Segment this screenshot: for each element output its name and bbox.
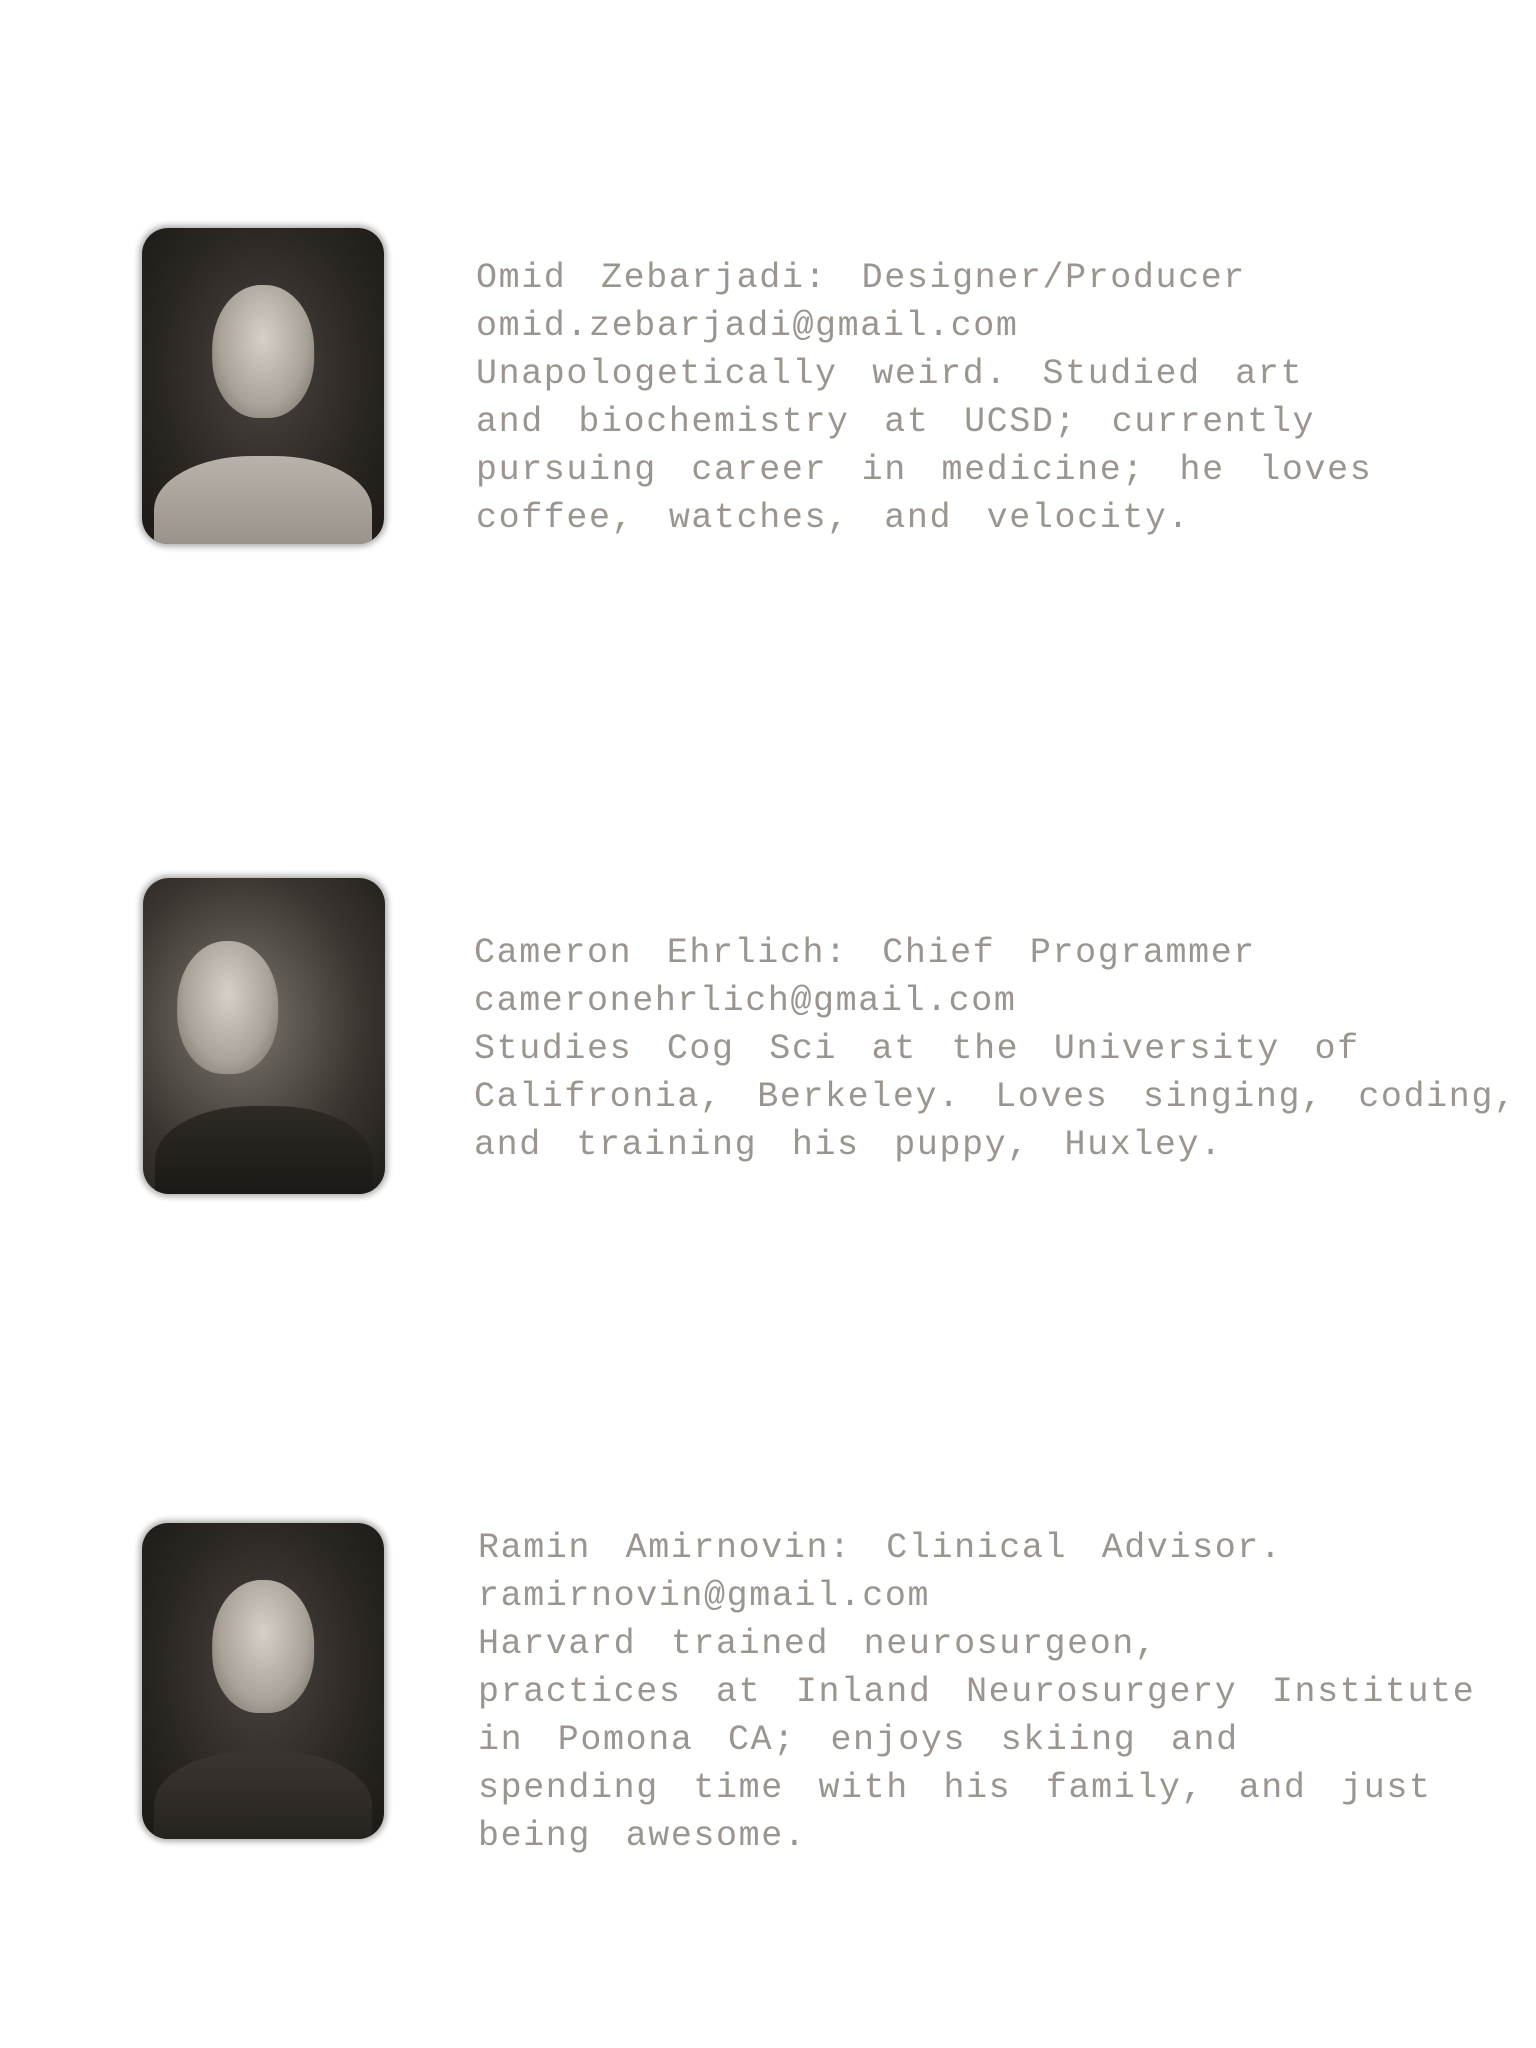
bio-line: spending time with his family, and just [478, 1768, 1432, 1808]
member-title: Ramin Amirnovin: Clinical Advisor. [478, 1528, 1283, 1568]
bio-line: pursuing career in medicine; he loves [476, 450, 1373, 490]
portrait-head [212, 284, 314, 418]
member-title: Omid Zebarjadi: Designer/Producer [476, 258, 1246, 298]
bio-line: Studies Cog Sci at the University of [474, 1029, 1360, 1069]
portrait-body [154, 455, 372, 544]
member-email[interactable]: omid.zebarjadi@gmail.com [476, 302, 1372, 350]
portrait-head [176, 941, 279, 1074]
team-member-omid: Omid Zebarjadi: Designer/Producer omid.z… [476, 254, 1372, 542]
portrait-head [212, 1579, 314, 1713]
omid-photo [142, 228, 384, 544]
bio-line: in Pomona CA; enjoys skiing and [478, 1720, 1239, 1760]
member-title: Cameron Ehrlich: Chief Programmer [474, 933, 1256, 973]
portrait-body [155, 1105, 373, 1194]
bio-line: and training his puppy, Huxley. [474, 1125, 1223, 1165]
bio-line: being awesome. [478, 1816, 807, 1856]
portrait-body [154, 1750, 372, 1839]
bio-line: Unapologetically weird. Studied art [476, 354, 1304, 394]
cameron-photo [143, 878, 385, 1194]
bio-line: and biochemistry at UCSD; currently [476, 402, 1316, 442]
team-member-ramin: Ramin Amirnovin: Clinical Advisor. ramir… [478, 1524, 1475, 1860]
member-email[interactable]: ramirnovin@gmail.com [478, 1572, 1475, 1620]
bio-line: practices at Inland Neurosurgery Institu… [478, 1672, 1476, 1712]
ramin-photo [142, 1523, 384, 1839]
bio-line: Califronia, Berkeley. Loves singing, cod… [474, 1077, 1517, 1117]
bio-line: coffee, watches, and velocity. [476, 498, 1191, 538]
team-member-cameron: Cameron Ehrlich: Chief Programmer camero… [474, 929, 1517, 1169]
member-email[interactable]: cameronehrlich@gmail.com [474, 977, 1517, 1025]
bio-line: Harvard trained neurosurgeon, [478, 1624, 1158, 1664]
